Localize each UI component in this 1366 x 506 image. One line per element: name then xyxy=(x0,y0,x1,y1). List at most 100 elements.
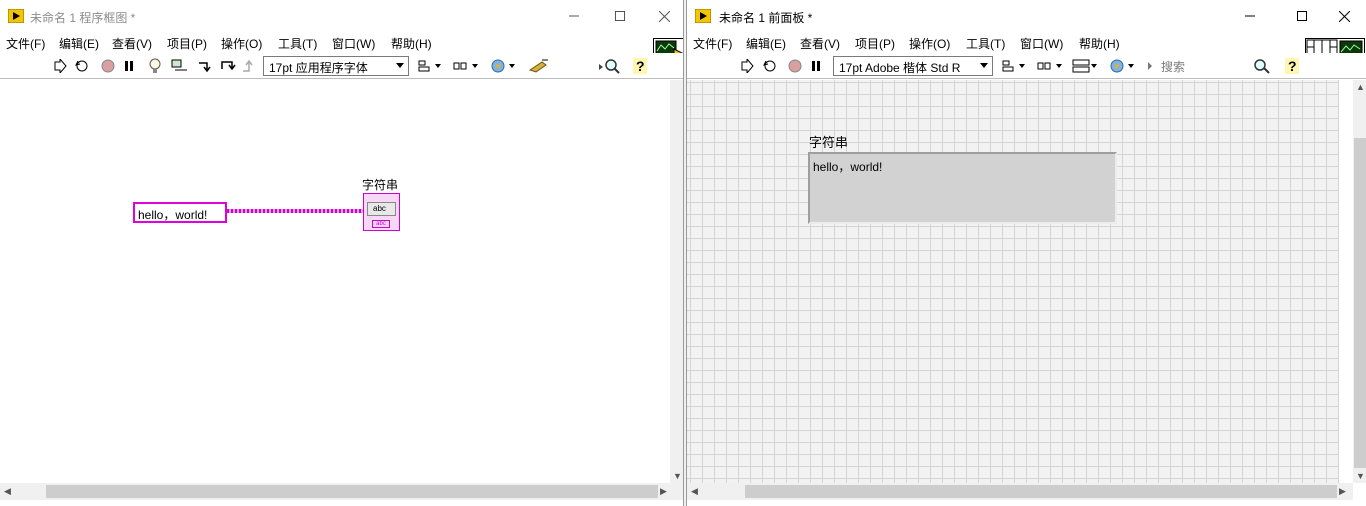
font-dropdown-value: 17pt 应用程序字体 xyxy=(269,61,368,75)
highlight-execution-button[interactable] xyxy=(146,57,164,75)
align-objects-button[interactable] xyxy=(1002,57,1026,75)
run-button[interactable] xyxy=(51,57,69,75)
run-continuously-icon xyxy=(75,60,88,72)
font-dropdown[interactable]: 17pt 应用程序字体 xyxy=(263,56,409,76)
horizontal-scrollbar[interactable]: ◀ ▶ xyxy=(0,483,683,500)
menu-tools[interactable]: 工具(T) xyxy=(966,35,1005,52)
run-continuously-button[interactable] xyxy=(761,57,779,75)
maximize-icon xyxy=(1297,11,1307,21)
minimize-button[interactable] xyxy=(551,0,597,32)
front-panel-canvas[interactable]: 字符串 hello，world! xyxy=(687,80,1339,483)
distribute-objects-icon xyxy=(1037,62,1062,70)
distribute-objects-button[interactable] xyxy=(1037,57,1063,75)
string-indicator[interactable]: hello，world! xyxy=(808,152,1117,224)
string-wire[interactable] xyxy=(227,209,364,213)
menu-window[interactable]: 窗口(W) xyxy=(332,35,375,52)
indicator-label: 字符串 xyxy=(809,136,849,151)
run-arrow-icon xyxy=(741,59,754,73)
retain-wire-values-icon xyxy=(171,59,187,71)
minimize-icon xyxy=(569,15,579,17)
menu-operate[interactable]: 操作(O) xyxy=(221,35,262,52)
chevron-right-icon xyxy=(1148,62,1152,70)
abort-icon xyxy=(101,59,115,73)
abort-button[interactable] xyxy=(786,57,804,75)
window-title: 未命名 1 前面板 * xyxy=(719,11,813,25)
scroll-left-icon[interactable]: ◀ xyxy=(691,486,698,497)
menu-view[interactable]: 查看(V) xyxy=(800,35,840,52)
align-objects-icon xyxy=(1002,60,1025,72)
scroll-right-icon[interactable]: ▶ xyxy=(1339,486,1346,497)
block-diagram-window: 未命名 1 程序框图 * 文件(F) 编辑(E) 查看(V) 项目(P) 操作(… xyxy=(0,0,684,506)
block-diagram-canvas[interactable]: 字符串 hello，world! abc abc xyxy=(0,80,670,483)
abort-button[interactable] xyxy=(99,57,117,75)
run-continuously-button[interactable] xyxy=(73,57,91,75)
string-constant[interactable]: hello，world! xyxy=(133,202,227,223)
menu-project[interactable]: 项目(P) xyxy=(167,35,207,52)
toolbar-overflow-icon[interactable] xyxy=(1145,57,1155,75)
step-out-button[interactable] xyxy=(240,57,258,75)
font-dropdown[interactable]: 17pt Adobe 楷体 Std R xyxy=(833,56,993,76)
string-indicator-terminal[interactable]: abc abc xyxy=(363,193,400,231)
menu-edit[interactable]: 编辑(E) xyxy=(746,35,786,52)
pause-button[interactable] xyxy=(120,57,138,75)
horizontal-scrollbar[interactable]: ◀ ▶ xyxy=(687,483,1353,500)
distribute-objects-icon xyxy=(453,62,478,70)
context-help-button[interactable]: ? xyxy=(631,57,649,75)
run-button[interactable] xyxy=(738,57,756,75)
menu-help[interactable]: 帮助(H) xyxy=(1079,35,1120,52)
clean-up-diagram-button[interactable] xyxy=(528,57,550,75)
reorder-button[interactable] xyxy=(1109,57,1135,75)
run-arrow-icon xyxy=(54,59,67,73)
title-bar: 未命名 1 程序框图 * xyxy=(0,0,683,32)
step-over-button[interactable] xyxy=(219,57,237,75)
close-button[interactable] xyxy=(641,0,683,32)
menu-bar: 文件(F) 编辑(E) 查看(V) 项目(P) 操作(O) 工具(T) 窗口(W… xyxy=(0,32,683,53)
menu-project[interactable]: 项目(P) xyxy=(855,35,895,52)
scroll-down-icon[interactable]: ▼ xyxy=(1356,471,1365,481)
menu-file[interactable]: 文件(F) xyxy=(693,35,732,52)
step-out-icon xyxy=(243,59,253,72)
distribute-objects-button[interactable] xyxy=(453,57,479,75)
step-into-icon xyxy=(199,62,211,73)
search-button[interactable] xyxy=(597,57,621,75)
horizontal-scroll-thumb[interactable] xyxy=(745,485,1337,498)
chevron-down-icon xyxy=(980,63,988,68)
menu-operate[interactable]: 操作(O) xyxy=(909,35,950,52)
menu-edit[interactable]: 编辑(E) xyxy=(59,35,99,52)
vertical-scrollbar[interactable]: ▼ xyxy=(670,80,683,483)
search-button[interactable] xyxy=(1251,57,1273,75)
highlight-execution-icon xyxy=(149,58,161,73)
menu-file[interactable]: 文件(F) xyxy=(6,35,45,52)
terminal-type-tag: abc xyxy=(372,220,390,228)
close-button[interactable] xyxy=(1321,0,1366,32)
menu-tools[interactable]: 工具(T) xyxy=(278,35,317,52)
vertical-scrollbar[interactable]: ▲ ▼ xyxy=(1353,80,1366,483)
minimize-button[interactable] xyxy=(1227,0,1273,32)
chevron-down-icon xyxy=(396,63,404,68)
vertical-scroll-thumb[interactable] xyxy=(1354,138,1366,468)
maximize-button[interactable] xyxy=(1279,0,1325,32)
context-help-button[interactable]: ? xyxy=(1283,57,1301,75)
step-into-button[interactable] xyxy=(197,57,215,75)
context-help-icon: ? xyxy=(633,58,647,74)
labview-app-icon xyxy=(695,9,711,23)
retain-wire-values-button[interactable] xyxy=(171,57,189,75)
context-help-icon: ? xyxy=(1285,58,1299,74)
title-bar: 未命名 1 前面板 * xyxy=(687,0,1366,32)
menu-view[interactable]: 查看(V) xyxy=(112,35,152,52)
pause-button[interactable] xyxy=(807,57,825,75)
menu-help[interactable]: 帮助(H) xyxy=(391,35,432,52)
toolbar: 17pt 应用程序字体 ? xyxy=(0,53,683,79)
maximize-button[interactable] xyxy=(597,0,643,32)
menu-window[interactable]: 窗口(W) xyxy=(1020,35,1063,52)
scroll-down-icon[interactable]: ▼ xyxy=(673,471,682,481)
scroll-right-icon[interactable]: ▶ xyxy=(660,486,667,497)
reorder-button[interactable] xyxy=(490,57,516,75)
scroll-left-icon[interactable]: ◀ xyxy=(4,486,11,497)
align-objects-button[interactable] xyxy=(418,57,442,75)
horizontal-scroll-thumb[interactable] xyxy=(46,485,658,498)
svg-text:?: ? xyxy=(636,58,645,74)
minimize-icon xyxy=(1245,15,1255,17)
resize-objects-button[interactable] xyxy=(1072,57,1098,75)
scroll-up-icon[interactable]: ▲ xyxy=(1356,82,1365,92)
